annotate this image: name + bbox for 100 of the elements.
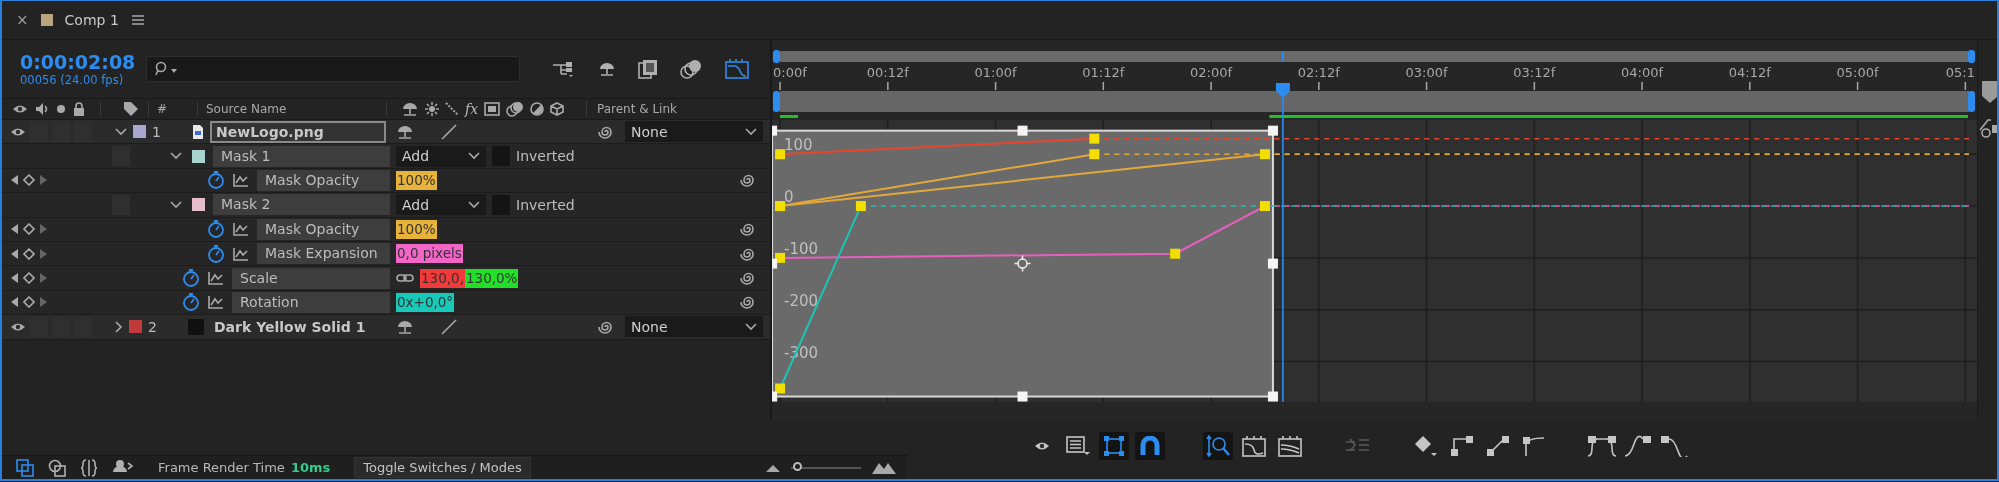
stopwatch-icon[interactable] [207, 244, 225, 263]
stopwatch-icon[interactable] [207, 171, 225, 190]
layer-name[interactable]: NewLogo.png [210, 120, 386, 143]
search-icon[interactable] [155, 61, 179, 77]
fit-selection-button[interactable] [1203, 432, 1233, 460]
mask-name[interactable]: Mask 1 [213, 145, 390, 167]
time-label: 01:00f [974, 65, 1017, 80]
graph-icon[interactable] [208, 271, 224, 286]
keyframed-curve[interactable] [775, 149, 1270, 212]
stopwatch-icon[interactable] [182, 269, 200, 288]
chevron-down-icon[interactable] [115, 127, 127, 136]
keyframe-icon[interactable] [23, 296, 35, 309]
keyframe-icon[interactable] [23, 247, 35, 260]
linear-keyframe-icon [1486, 435, 1510, 457]
pickwhip-icon[interactable] [739, 221, 755, 238]
previous-keyframe-icon[interactable] [10, 296, 19, 309]
braces-button[interactable] [78, 456, 100, 479]
next-keyframe-icon[interactable] [39, 174, 48, 187]
mask-mode-dropdown[interactable]: Add [396, 194, 486, 216]
stopwatch-icon[interactable] [182, 293, 200, 312]
mask-mode-dropdown[interactable]: Add [396, 145, 486, 167]
pickwhip-icon[interactable] [739, 172, 755, 189]
comp-flow-button[interactable] [14, 456, 36, 479]
graph-icon[interactable] [233, 173, 249, 188]
layer-name[interactable]: Dark Yellow Solid 1 [210, 317, 370, 336]
solid-swatch-icon [188, 318, 204, 335]
shy-icon[interactable] [396, 319, 414, 334]
keyframed-curve[interactable] [775, 201, 1270, 263]
keyframe-icon[interactable] [23, 174, 35, 187]
next-keyframe-icon[interactable] [39, 272, 48, 285]
chevron-down-icon[interactable] [170, 152, 182, 161]
work-area-end-handle[interactable] [1968, 91, 1975, 112]
snap-button[interactable] [1135, 432, 1165, 460]
ease-in-icon [1624, 435, 1652, 457]
graph-frame-icon [1242, 435, 1266, 457]
graph-editor-button[interactable] [722, 56, 752, 82]
close-button[interactable]: × [16, 11, 29, 29]
link-icon[interactable] [396, 272, 414, 285]
chevron-right-icon[interactable] [115, 320, 123, 333]
graph-icon[interactable] [233, 222, 249, 237]
quality-icon[interactable] [440, 123, 458, 140]
mask-name[interactable]: Mask 2 [213, 194, 390, 216]
transform-box-button[interactable] [1099, 432, 1129, 460]
property-name: Rotation [232, 291, 390, 313]
slider-thumb[interactable] [792, 461, 802, 471]
layer-number: 2 [147, 318, 158, 335]
property-value[interactable]: 0x+0,0° [396, 292, 455, 312]
timecode[interactable]: 0:00:02:08 [20, 51, 146, 73]
parent-dropdown[interactable]: None [625, 121, 763, 143]
keyframed-curve[interactable] [775, 201, 866, 394]
previous-keyframe-icon[interactable] [10, 247, 19, 260]
property-name: Scale [232, 267, 390, 289]
work-area-start-handle[interactable] [773, 91, 780, 112]
anchor-point-icon[interactable] [1013, 254, 1032, 273]
next-keyframe-icon[interactable] [39, 247, 48, 260]
pickwhip-icon[interactable] [739, 294, 755, 311]
chevron-down-icon[interactable] [170, 200, 182, 209]
transform-handle[interactable] [1267, 125, 1278, 136]
keyframe-icon[interactable] [23, 272, 35, 285]
quality-icon[interactable] [440, 318, 458, 335]
navigator-end-handle[interactable] [1968, 50, 1975, 63]
transform-handle[interactable] [1017, 391, 1028, 402]
previous-keyframe-icon[interactable] [10, 223, 19, 236]
transform-handle[interactable] [1267, 258, 1278, 269]
mask-color-swatch[interactable] [192, 198, 205, 212]
graph-type-icon[interactable] [1978, 118, 1997, 138]
pickwhip-icon[interactable] [739, 270, 755, 287]
marker-icon[interactable] [1981, 80, 1997, 104]
next-keyframe-icon[interactable] [39, 223, 48, 236]
motion-blur-button[interactable] [678, 57, 704, 81]
label-color-swatch[interactable] [133, 125, 146, 139]
keyframed-curve[interactable] [775, 133, 1100, 160]
next-keyframe-icon[interactable] [39, 296, 48, 309]
shy-icon[interactable] [396, 124, 414, 139]
film-icon [484, 102, 501, 116]
parent-dropdown[interactable]: None [625, 316, 763, 338]
property-value[interactable]: 0,0 pixels [396, 244, 463, 264]
search-field[interactable] [146, 56, 520, 82]
small-mountain-icon[interactable] [765, 462, 781, 473]
transform-handle[interactable] [1017, 125, 1028, 136]
toggle-switches-button[interactable]: Toggle Switches / Modes [354, 457, 531, 478]
graph-lines-icon [1278, 435, 1302, 457]
previous-keyframe-icon[interactable] [10, 174, 19, 187]
playhead[interactable] [1275, 83, 1290, 120]
property-value[interactable]: 100% [396, 170, 437, 190]
navigator-start-handle[interactable] [773, 50, 780, 63]
tag-icon [122, 101, 139, 117]
label-color-swatch[interactable] [129, 320, 142, 334]
mask-color-swatch[interactable] [192, 149, 205, 163]
keyframe-icon[interactable] [23, 223, 35, 236]
previous-keyframe-icon[interactable] [10, 272, 19, 285]
property-value[interactable]: 130,0% [464, 268, 519, 288]
graph-icon[interactable] [233, 246, 249, 261]
transform-handle[interactable] [1267, 391, 1278, 402]
stopwatch-icon[interactable] [207, 220, 225, 239]
property-value[interactable]: 100% [396, 219, 437, 239]
menu-icon[interactable] [130, 14, 145, 26]
frame-blend-button[interactable] [636, 57, 660, 81]
graph-icon[interactable] [208, 295, 224, 310]
tab-title[interactable]: Comp 1 [64, 12, 119, 28]
